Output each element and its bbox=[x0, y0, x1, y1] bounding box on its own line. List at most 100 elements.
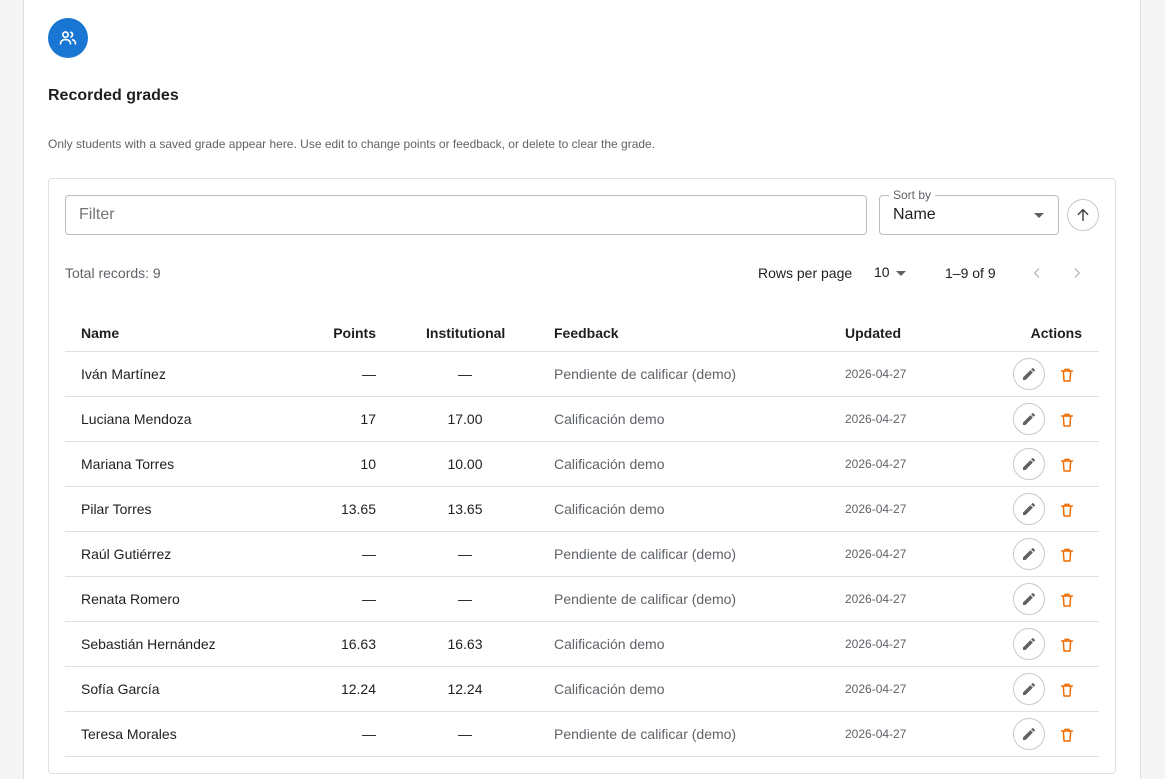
delete-button[interactable] bbox=[1056, 409, 1078, 431]
cell-updated: 2026-04-27 bbox=[845, 457, 907, 471]
cell-feedback: Pendiente de calificar (demo) bbox=[554, 546, 737, 562]
edit-button[interactable] bbox=[1013, 493, 1045, 525]
table-row: Sofía García 12.24 12.24 Calificación de… bbox=[65, 667, 1099, 712]
cell-name: Pilar Torres bbox=[81, 501, 152, 517]
trash-icon bbox=[1060, 548, 1074, 562]
cell-name: Sebastián Hernández bbox=[81, 636, 216, 652]
trash-icon bbox=[1060, 503, 1074, 517]
previous-page-button[interactable] bbox=[1025, 262, 1049, 284]
cell-feedback: Calificación demo bbox=[554, 636, 665, 652]
cell-updated: 2026-04-27 bbox=[845, 682, 907, 696]
trash-icon bbox=[1060, 413, 1074, 427]
cell-feedback: Pendiente de calificar (demo) bbox=[554, 591, 737, 607]
cell-updated: 2026-04-27 bbox=[845, 727, 907, 741]
chevron-left-icon bbox=[1033, 268, 1040, 278]
cell-feedback: Pendiente de calificar (demo) bbox=[554, 366, 737, 382]
chevron-right-icon bbox=[1074, 268, 1081, 278]
sort-value: Name bbox=[893, 206, 936, 223]
cell-points: 17 bbox=[360, 411, 376, 427]
trash-icon bbox=[1060, 638, 1074, 652]
table-header: Name Points Institutional Feedback Updat… bbox=[65, 312, 1099, 352]
pencil-icon bbox=[1023, 367, 1036, 380]
pencil-icon bbox=[1023, 592, 1036, 605]
pencil-icon bbox=[1023, 682, 1036, 695]
pencil-icon bbox=[1023, 502, 1036, 515]
table-row: Iván Martínez — — Pendiente de calificar… bbox=[65, 352, 1099, 397]
cell-name: Renata Romero bbox=[81, 591, 180, 607]
cell-name: Raúl Gutiérrez bbox=[81, 546, 172, 562]
cell-updated: 2026-04-27 bbox=[845, 502, 907, 516]
cell-institutional: — bbox=[458, 591, 472, 607]
rows-per-page-label: Rows per page bbox=[758, 265, 853, 281]
table-row: Renata Romero — — Pendiente de calificar… bbox=[65, 577, 1099, 622]
pencil-icon bbox=[1023, 547, 1036, 560]
sort-direction-button[interactable] bbox=[1067, 199, 1099, 231]
edit-button[interactable] bbox=[1013, 583, 1045, 615]
edit-button[interactable] bbox=[1013, 358, 1045, 390]
cell-institutional: 17.00 bbox=[447, 411, 483, 427]
table-row: Sebastián Hernández 16.63 16.63 Califica… bbox=[65, 622, 1099, 667]
rows-per-page-select[interactable]: 10 bbox=[874, 264, 890, 280]
delete-button[interactable] bbox=[1056, 499, 1078, 521]
cell-name: Teresa Morales bbox=[81, 726, 177, 742]
cell-feedback: Pendiente de calificar (demo) bbox=[554, 726, 737, 742]
cell-name: Mariana Torres bbox=[81, 456, 175, 472]
cell-points: — bbox=[362, 726, 376, 742]
delete-button[interactable] bbox=[1056, 544, 1078, 566]
sort-select[interactable]: Sort by Name bbox=[879, 188, 1059, 235]
cell-updated: 2026-04-27 bbox=[845, 637, 907, 651]
cell-institutional: — bbox=[458, 366, 472, 382]
edit-button[interactable] bbox=[1013, 403, 1045, 435]
column-header-updated[interactable]: Updated bbox=[845, 325, 901, 341]
table-body: Iván Martínez — — Pendiente de calificar… bbox=[65, 352, 1099, 757]
trash-icon bbox=[1060, 368, 1074, 382]
column-header-points[interactable]: Points bbox=[333, 325, 376, 341]
cell-updated: 2026-04-27 bbox=[845, 367, 907, 381]
cell-institutional: 16.63 bbox=[447, 636, 483, 652]
cell-institutional: 10.00 bbox=[447, 456, 483, 472]
cell-name: Iván Martínez bbox=[81, 366, 166, 382]
cell-points: 10 bbox=[360, 456, 376, 472]
cell-updated: 2026-04-27 bbox=[845, 547, 907, 561]
trash-icon bbox=[1060, 593, 1074, 607]
trash-icon bbox=[1060, 728, 1074, 742]
column-header-institutional[interactable]: Institutional bbox=[426, 325, 505, 341]
pencil-icon bbox=[1023, 457, 1036, 470]
edit-button[interactable] bbox=[1013, 628, 1045, 660]
chevron-down-icon[interactable] bbox=[896, 271, 906, 276]
delete-button[interactable] bbox=[1056, 364, 1078, 386]
cell-institutional: 12.24 bbox=[447, 681, 483, 697]
table-row: Luciana Mendoza 17 17.00 Calificación de… bbox=[65, 397, 1099, 442]
cell-updated: 2026-04-27 bbox=[845, 412, 907, 426]
table-row: Raúl Gutiérrez — — Pendiente de califica… bbox=[65, 532, 1099, 577]
edit-button[interactable] bbox=[1013, 538, 1045, 570]
people-icon bbox=[48, 18, 88, 58]
pencil-icon bbox=[1023, 727, 1036, 740]
filter-input[interactable] bbox=[65, 195, 867, 235]
pencil-icon bbox=[1023, 412, 1036, 425]
cell-points: 13.65 bbox=[340, 501, 376, 517]
delete-button[interactable] bbox=[1056, 454, 1078, 476]
cell-feedback: Calificación demo bbox=[554, 501, 665, 517]
page-subtitle: Only students with a saved grade appear … bbox=[48, 137, 656, 151]
delete-button[interactable] bbox=[1056, 679, 1078, 701]
delete-button[interactable] bbox=[1056, 589, 1078, 611]
column-header-feedback[interactable]: Feedback bbox=[554, 325, 619, 341]
pencil-icon bbox=[1023, 637, 1036, 650]
chevron-down-icon bbox=[1034, 213, 1044, 218]
edit-button[interactable] bbox=[1013, 673, 1045, 705]
column-header-actions: Actions bbox=[1030, 325, 1082, 341]
edit-button[interactable] bbox=[1013, 448, 1045, 480]
next-page-button[interactable] bbox=[1065, 262, 1089, 284]
delete-button[interactable] bbox=[1056, 724, 1078, 746]
delete-button[interactable] bbox=[1056, 634, 1078, 656]
cell-updated: 2026-04-27 bbox=[845, 592, 907, 606]
cell-name: Luciana Mendoza bbox=[81, 411, 192, 427]
edit-button[interactable] bbox=[1013, 718, 1045, 750]
column-header-name[interactable]: Name bbox=[81, 325, 119, 341]
cell-institutional: 13.65 bbox=[447, 501, 483, 517]
cell-institutional: — bbox=[458, 726, 472, 742]
pagination-range: 1–9 of 9 bbox=[945, 265, 996, 281]
cell-points: 12.24 bbox=[340, 681, 376, 697]
trash-icon bbox=[1060, 458, 1074, 472]
